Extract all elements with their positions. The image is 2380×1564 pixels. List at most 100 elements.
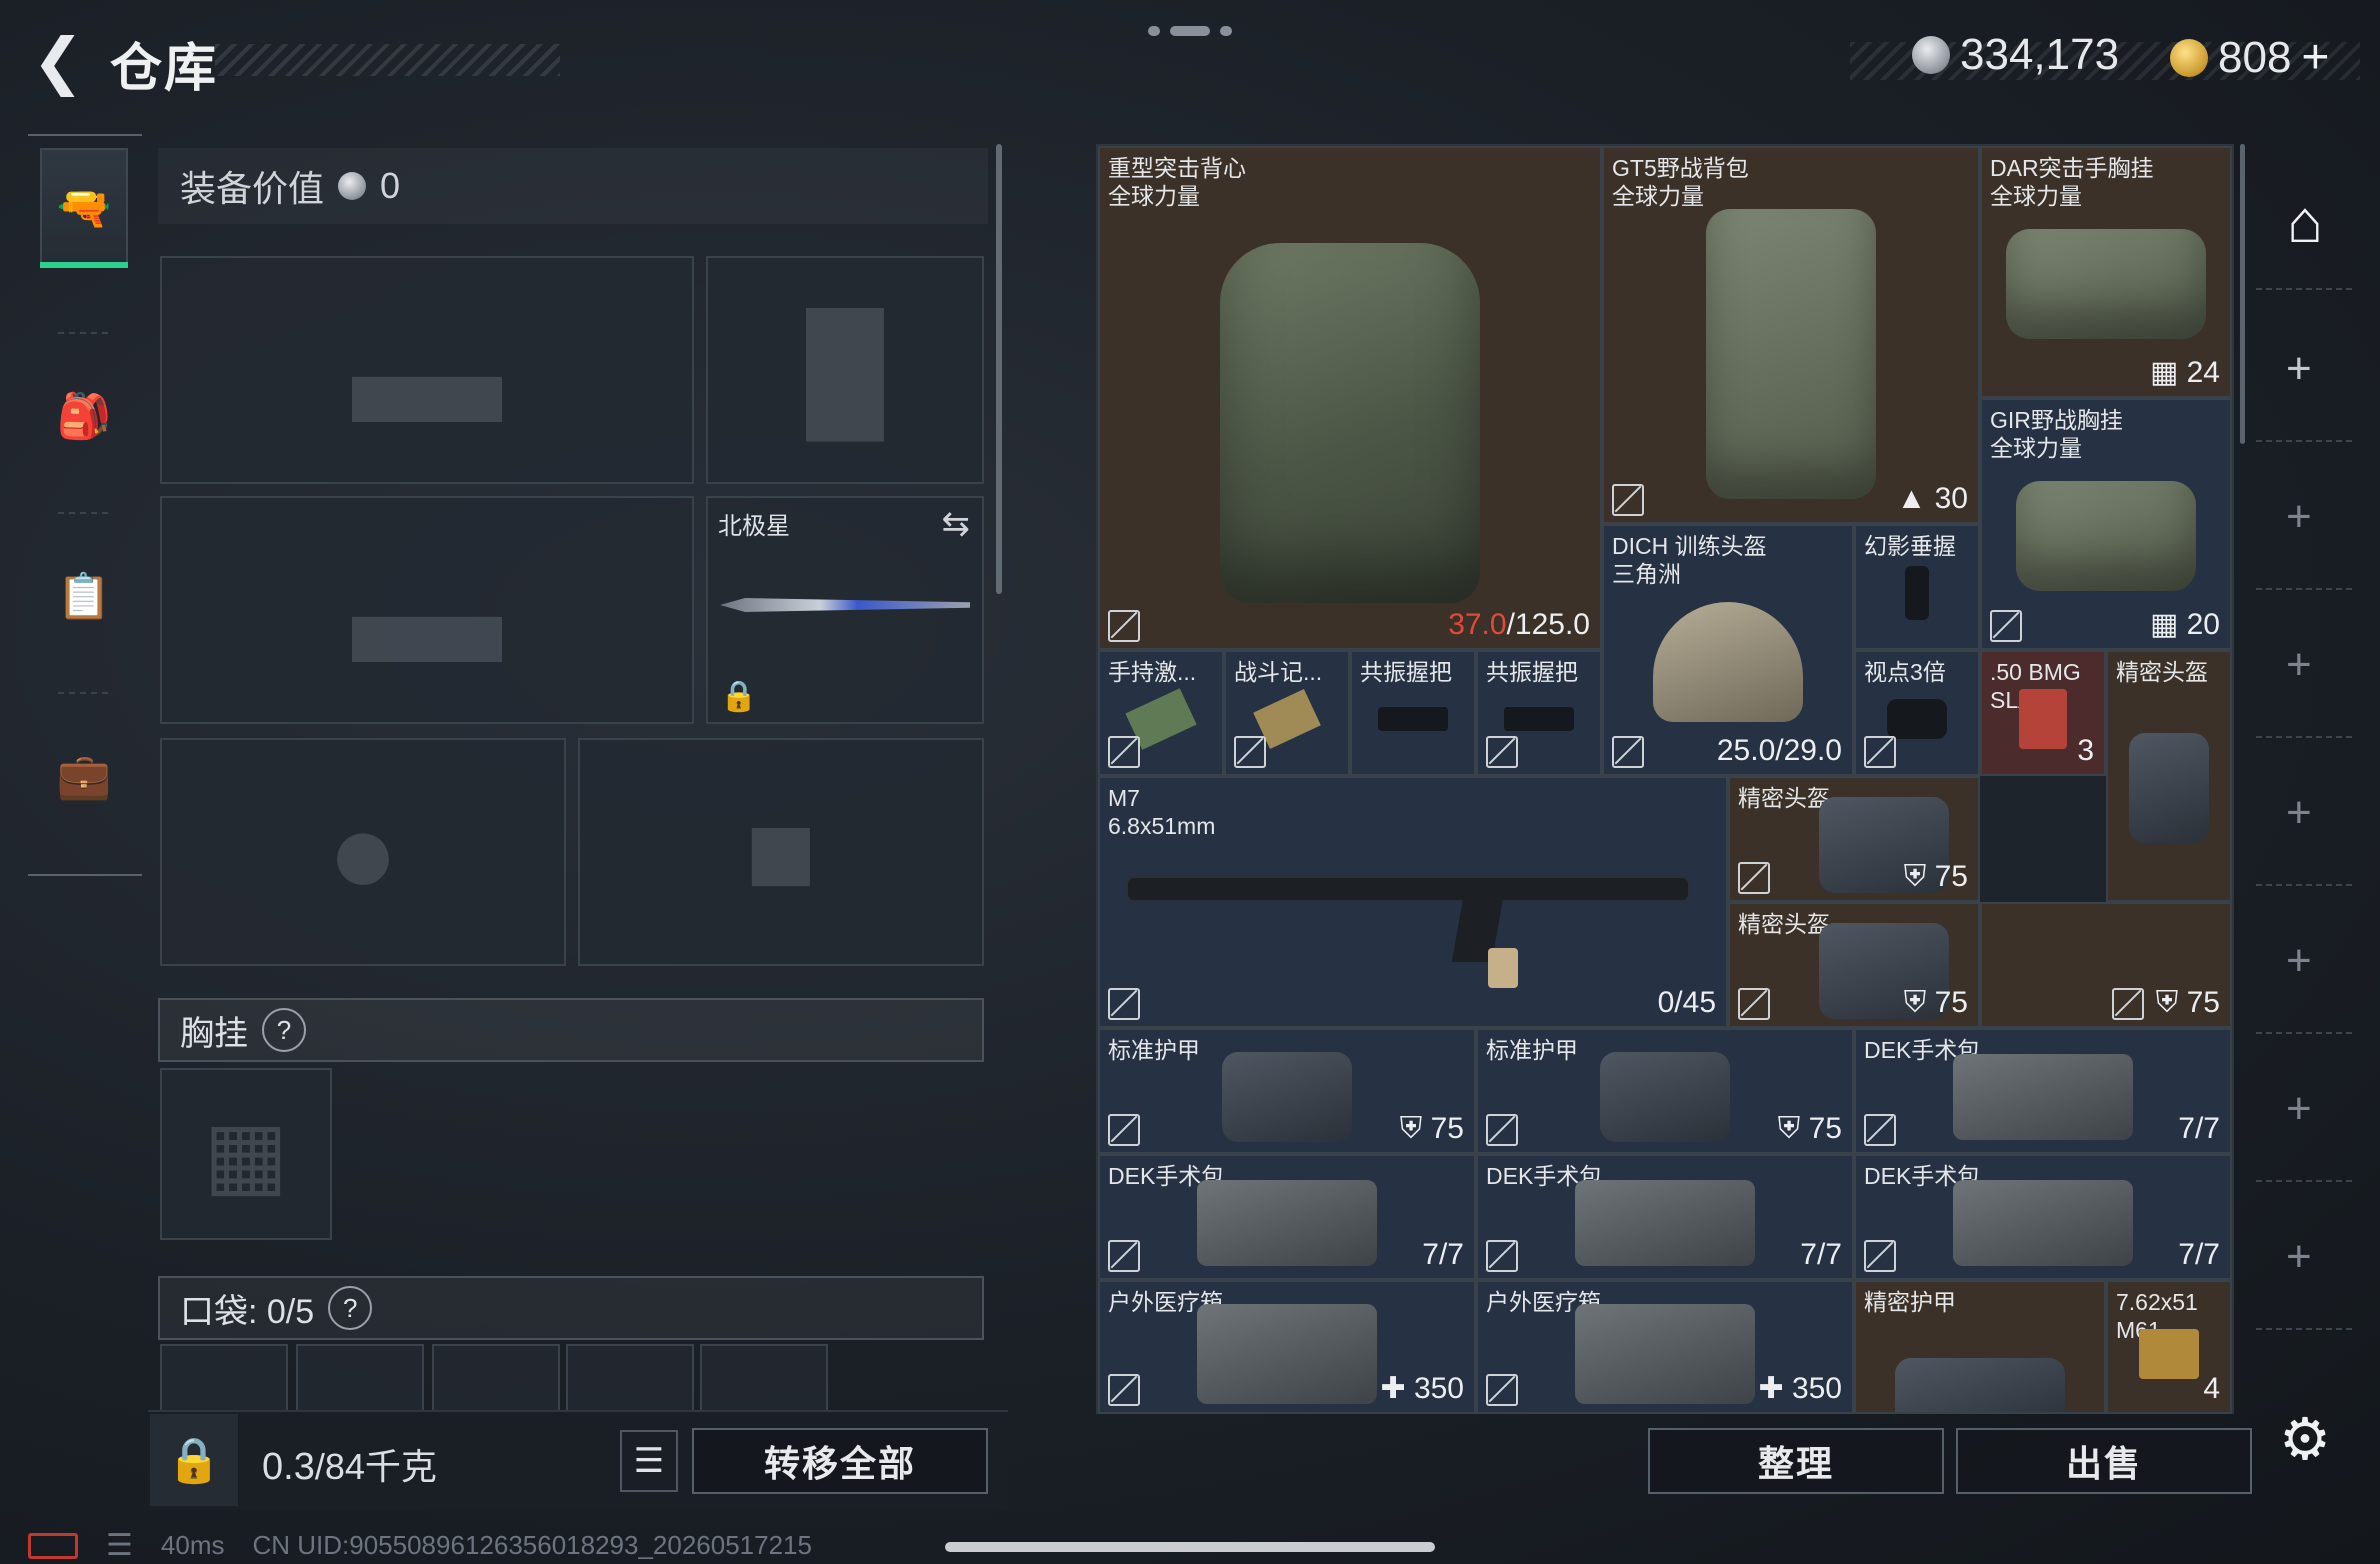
item-name: 战斗记...: [1234, 659, 1323, 685]
back-button[interactable]: ❮: [28, 27, 88, 96]
rig-slot[interactable]: ▦: [160, 1068, 332, 1240]
divider: [2256, 1180, 2352, 1182]
item-heavy-assault-vest[interactable]: 重型突击背心 全球力量 37.0/125.0: [1098, 146, 1602, 650]
drag-handle[interactable]: [1148, 26, 1232, 36]
item-dar-chest-rig[interactable]: DAR突击手胸挂 全球力量 ▦ 24: [1980, 146, 2232, 398]
no-insure-icon: [2112, 988, 2144, 1020]
pocket-slot-4[interactable]: [566, 1344, 694, 1414]
item-precision-helmet[interactable]: 精密头盔 ⛨ 75: [1728, 776, 1980, 902]
help-icon[interactable]: ?: [328, 1286, 373, 1330]
item-precision-armor[interactable]: 精密护甲: [1854, 1280, 2106, 1414]
item-resonance-grip[interactable]: 共振握把: [1350, 650, 1476, 776]
no-insure-icon: [1486, 1374, 1518, 1406]
rifle-silhouette-icon: ▬: [352, 285, 502, 454]
capacity: ▲ 30: [1896, 482, 1968, 515]
item-name: 手持激...: [1108, 659, 1197, 685]
page-title: 仓库: [110, 40, 219, 98]
divider: [2256, 588, 2352, 590]
item-handheld-laser[interactable]: 手持激...: [1098, 650, 1224, 776]
item-precision-helmet[interactable]: 精密头盔: [2106, 650, 2232, 902]
wifi-icon: ☰: [106, 1529, 133, 1562]
item-dek-surgical-kit[interactable]: DEK手术包 7/7: [1098, 1154, 1476, 1280]
stash-icon[interactable]: ⌂: [2272, 188, 2338, 255]
no-insure-icon: [1864, 1240, 1896, 1272]
item-outdoor-medkit[interactable]: 户外医疗箱 ✚ 350: [1476, 1280, 1854, 1414]
add-container-button[interactable]: +: [2286, 1232, 2312, 1282]
storage-grid: 重型突击背心 全球力量 37.0/125.0 GT5野战背包 全球力量 ▲ 30…: [1096, 144, 2234, 1414]
item-name: 精密护甲: [1864, 1289, 1956, 1315]
add-currency-button[interactable]: +: [2301, 30, 2329, 85]
secondary-weapon-slot[interactable]: ▬: [160, 496, 694, 724]
pistol-slot[interactable]: █: [706, 256, 984, 484]
medkit-image: [1197, 1180, 1377, 1267]
item-3x-scope[interactable]: 视点3倍: [1854, 650, 1980, 776]
item-precision-helmet[interactable]: 精密头盔 ⛨ 75: [1728, 902, 1980, 1028]
rig-image: [2016, 481, 2196, 592]
helmet-silhouette-icon: ●: [326, 785, 400, 919]
item-50bmg-slap[interactable]: .50 BMG SLAP 3: [1980, 650, 2106, 776]
no-insure-icon: [1612, 484, 1644, 516]
primary-weapon-slot[interactable]: ▬: [160, 256, 694, 484]
item-762-m61[interactable]: 7.62x51 M61 4: [2106, 1280, 2232, 1414]
backpack-icon: 🎒: [56, 392, 112, 441]
armor-value: ⛨ 75: [1399, 1112, 1464, 1145]
pocket-slot-1[interactable]: [160, 1344, 288, 1414]
item-standard-armor[interactable]: 标准护甲 ⛨ 75: [1476, 1028, 1854, 1154]
backpack-image: [1706, 208, 1876, 499]
item-phantom-grip[interactable]: 幻影垂握: [1854, 524, 1980, 650]
medkit-image: [1953, 1180, 2133, 1267]
tab-container[interactable]: 📋: [40, 536, 128, 656]
medkit-image: [1953, 1054, 2133, 1141]
add-container-button[interactable]: +: [2286, 344, 2312, 394]
ammo-count: 0/45: [1657, 986, 1716, 1019]
item-outdoor-medkit[interactable]: 户外医疗箱 ✚ 350: [1098, 1280, 1476, 1414]
swap-icon[interactable]: ⇆: [942, 504, 971, 544]
item-dek-surgical-kit[interactable]: DEK手术包 7/7: [1854, 1028, 2232, 1154]
item-dich-helmet[interactable]: DICH 训练头盔 三角洲 25.0/29.0: [1602, 524, 1854, 776]
armor-image: [1222, 1052, 1352, 1143]
helmet-slot[interactable]: ●: [160, 738, 566, 966]
pocket-section-label: 口袋: 0/5: [180, 1292, 315, 1331]
divider: [2256, 884, 2352, 886]
item-m7-rifle[interactable]: M7 6.8x51mm 0/45: [1098, 776, 1728, 1028]
settings-gear-icon[interactable]: ⚙: [2272, 1406, 2338, 1472]
capacity: ▦ 24: [2149, 356, 2220, 389]
tab-weapons[interactable]: 🔫: [40, 148, 128, 268]
item-dek-surgical-kit[interactable]: DEK手术包 7/7: [1476, 1154, 1854, 1280]
grid-scrollbar[interactable]: [2240, 144, 2245, 444]
sell-button[interactable]: 出售: [1956, 1428, 2252, 1494]
item-standard-armor[interactable]: 标准护甲 ⛨ 75: [1098, 1028, 1476, 1154]
item-combat-recorder[interactable]: 战斗记...: [1224, 650, 1350, 776]
item-gir-chest-rig[interactable]: GIR野战胸挂 全球力量 ▦ 20: [1980, 398, 2232, 650]
armor-value: ⛨ 75: [1777, 1112, 1842, 1145]
no-insure-icon: [1108, 736, 1140, 768]
left-scrollbar[interactable]: [996, 144, 1002, 594]
add-container-button[interactable]: +: [2286, 936, 2312, 986]
transfer-all-button[interactable]: 转移全部: [692, 1428, 988, 1494]
armor-slot[interactable]: ■: [578, 738, 984, 966]
silver-amount: 334,173: [1960, 30, 2120, 79]
pocket-slot-5[interactable]: [700, 1344, 828, 1414]
add-container-button[interactable]: +: [2286, 788, 2312, 838]
item-name: 精密头盔: [2116, 659, 2208, 685]
item-dek-surgical-kit[interactable]: DEK手术包 7/7: [1854, 1154, 2232, 1280]
pocket-slot-3[interactable]: [432, 1344, 560, 1414]
equipment-value-bar: 装备价值 0: [158, 148, 988, 224]
sort-button[interactable]: 整理: [1648, 1428, 1944, 1494]
help-icon[interactable]: ?: [262, 1008, 306, 1052]
add-container-button[interactable]: +: [2286, 1084, 2312, 1134]
tab-case[interactable]: 💼: [40, 716, 128, 836]
item-gt5-backpack[interactable]: GT5野战背包 全球力量 ▲ 30: [1602, 146, 1980, 524]
list-view-button[interactable]: ☰: [620, 1430, 678, 1492]
add-container-button[interactable]: +: [2286, 492, 2312, 542]
tab-backpack[interactable]: 🎒: [40, 356, 128, 476]
add-container-button[interactable]: +: [2286, 640, 2312, 690]
home-indicator[interactable]: [945, 1542, 1435, 1552]
item-name: DICH 训练头盔 三角洲: [1612, 533, 1767, 587]
item-precision-helmet-stack[interactable]: ⛨ 75: [1980, 902, 2232, 1028]
item-resonance-grip[interactable]: 共振握把: [1476, 650, 1602, 776]
pocket-slot-2[interactable]: [296, 1344, 424, 1414]
medkit-image: [1197, 1303, 1377, 1404]
melee-slot[interactable]: 北极星 ⇆ 🔒: [706, 496, 984, 724]
capacity: ▦ 20: [2149, 608, 2220, 641]
